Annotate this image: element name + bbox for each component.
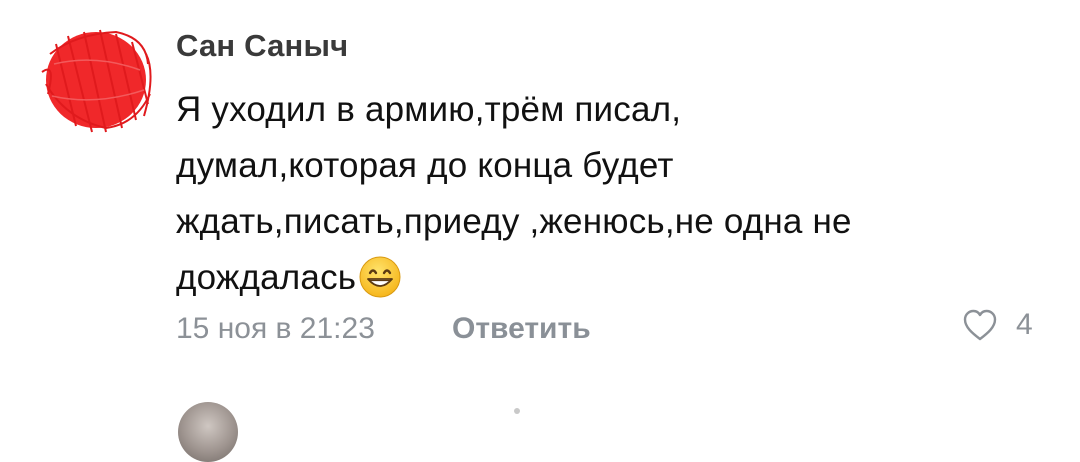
grinning-face-emoji-icon bbox=[358, 255, 402, 299]
comment-text-line: Я уходил в армию,трём писал, bbox=[176, 90, 682, 129]
next-comment-avatar[interactable] bbox=[178, 402, 238, 462]
avatar-scribble-icon bbox=[41, 29, 152, 133]
like-button[interactable]: 4 bbox=[962, 308, 1033, 342]
avatar[interactable] bbox=[36, 24, 158, 138]
comment-item: Сан Саныч Я уходил в армию,трём писал, д… bbox=[0, 0, 1080, 462]
comment-text: Я уходил в армию,трём писал, думал,котор… bbox=[176, 82, 976, 306]
comment-text-line: думал,которая до конца будет bbox=[176, 146, 674, 185]
comment-date: 15 ноя в 21:23 bbox=[176, 312, 375, 345]
comment-text-line: ждать,писать,приеду ,женюсь,не одна не bbox=[176, 202, 852, 241]
author-name[interactable]: Сан Саныч bbox=[176, 28, 348, 64]
heart-outline-icon bbox=[963, 309, 997, 341]
comment-text-line-last: дождалась bbox=[176, 250, 976, 306]
reply-button[interactable]: Ответить bbox=[452, 312, 591, 346]
like-count: 4 bbox=[1016, 308, 1033, 341]
next-comment-dot bbox=[514, 408, 520, 414]
comment-text-line: дождалась bbox=[176, 258, 357, 297]
